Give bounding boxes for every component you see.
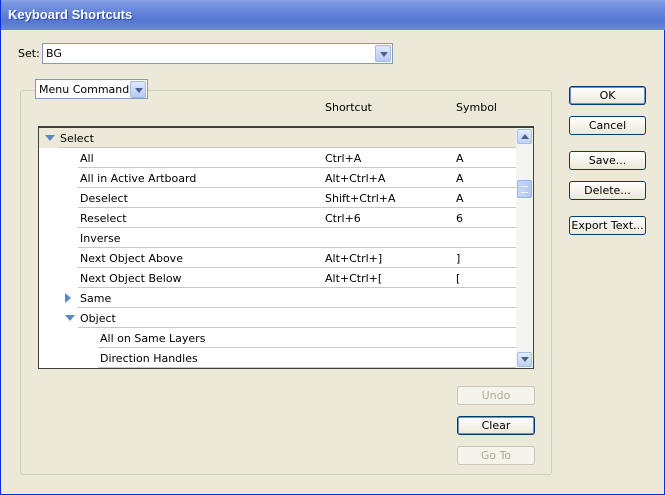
command-name: All in Active Artboard: [80, 172, 197, 185]
command-name: Next Object Above: [80, 252, 183, 265]
vertical-scrollbar[interactable]: [516, 128, 533, 368]
command-name: Next Object Below: [80, 272, 182, 285]
delete-button[interactable]: Delete...: [569, 181, 646, 200]
cancel-button[interactable]: Cancel: [569, 116, 646, 135]
list-item[interactable]: Reselect Ctrl+6 6: [39, 208, 517, 228]
command-name: Same: [80, 292, 112, 305]
list-group-row[interactable]: Object: [39, 308, 517, 328]
list-group-row[interactable]: Select: [39, 128, 517, 148]
row-divider: [78, 327, 517, 328]
list-item[interactable]: Next Object Below Alt+Ctrl+[ [: [39, 268, 517, 288]
set-dropdown-value: BG: [46, 47, 62, 60]
list-item[interactable]: Inverse: [39, 228, 517, 248]
list-item[interactable]: All in Active Artboard Alt+Ctrl+A A: [39, 168, 517, 188]
list-item[interactable]: All on Same Layers: [39, 328, 517, 348]
command-name: All: [80, 152, 94, 165]
scroll-thumb[interactable]: [517, 180, 532, 198]
row-divider: [78, 187, 517, 188]
category-dropdown-value: Menu Commands: [39, 83, 135, 96]
command-name: Direction Handles: [100, 352, 198, 365]
list-item[interactable]: Deselect Shift+Ctrl+A A: [39, 188, 517, 208]
command-shortcut[interactable]: Alt+Ctrl+[: [325, 272, 382, 285]
export-text-button[interactable]: Export Text...: [569, 216, 646, 235]
list-item[interactable]: All Ctrl+A A: [39, 148, 517, 168]
command-symbol[interactable]: [: [456, 272, 460, 285]
command-shortcut[interactable]: Ctrl+A: [325, 152, 361, 165]
command-shortcut[interactable]: Shift+Ctrl+A: [325, 192, 396, 205]
title-bar[interactable]: Keyboard Shortcuts: [1, 0, 665, 30]
disclosure-expanded-icon[interactable]: [45, 135, 55, 141]
command-shortcut[interactable]: Alt+Ctrl+]: [325, 252, 382, 265]
set-label: Set:: [18, 47, 40, 60]
list-item[interactable]: Next Object Above Alt+Ctrl+]]: [39, 248, 517, 268]
row-divider: [78, 207, 517, 208]
command-name: All on Same Layers: [100, 332, 206, 345]
set-dropdown[interactable]: BG: [42, 43, 393, 64]
scroll-down-icon[interactable]: [517, 352, 532, 367]
row-divider: [78, 227, 517, 228]
command-name: Deselect: [80, 192, 128, 205]
row-divider: [78, 287, 517, 288]
command-symbol[interactable]: A: [456, 172, 464, 185]
row-divider: [78, 167, 517, 168]
command-symbol[interactable]: ]: [456, 252, 460, 265]
symbol-column-header: Symbol: [456, 101, 497, 114]
command-symbol[interactable]: A: [456, 152, 464, 165]
undo-button[interactable]: Undo: [457, 386, 535, 405]
ok-button[interactable]: OK: [569, 86, 646, 105]
scroll-up-icon[interactable]: [517, 129, 532, 144]
clear-button[interactable]: Clear: [457, 416, 535, 435]
row-divider: [98, 347, 517, 348]
window-title: Keyboard Shortcuts: [8, 7, 133, 22]
row-divider: [98, 367, 517, 368]
category-dropdown[interactable]: Menu Commands: [35, 79, 148, 99]
command-list[interactable]: Direction Handles All on Same Layers Objec…: [38, 126, 534, 369]
row-divider: [58, 147, 517, 148]
chevron-down-icon[interactable]: [130, 81, 146, 98]
go-to-button[interactable]: Go To: [457, 446, 535, 465]
command-name: Inverse: [80, 232, 121, 245]
row-divider: [78, 307, 517, 308]
shortcut-column-header: Shortcut: [325, 101, 372, 114]
row-divider: [78, 247, 517, 248]
command-name: Object: [80, 312, 116, 325]
keyboard-shortcuts-dialog: Keyboard Shortcuts Set: BG Menu Commands…: [0, 0, 665, 495]
chevron-down-icon[interactable]: [375, 45, 391, 62]
disclosure-collapsed-icon[interactable]: [65, 293, 71, 303]
row-divider: [78, 267, 517, 268]
command-shortcut[interactable]: Ctrl+6: [325, 212, 361, 225]
command-symbol[interactable]: 6: [456, 212, 463, 225]
list-item[interactable]: Direction Handles: [39, 348, 517, 368]
list-group-row[interactable]: Same: [39, 288, 517, 308]
save-button[interactable]: Save...: [569, 151, 646, 170]
command-name: Reselect: [80, 212, 127, 225]
disclosure-expanded-icon[interactable]: [65, 315, 75, 321]
command-shortcut[interactable]: Alt+Ctrl+A: [325, 172, 385, 185]
command-name: Select: [60, 132, 94, 145]
command-symbol[interactable]: A: [456, 192, 464, 205]
